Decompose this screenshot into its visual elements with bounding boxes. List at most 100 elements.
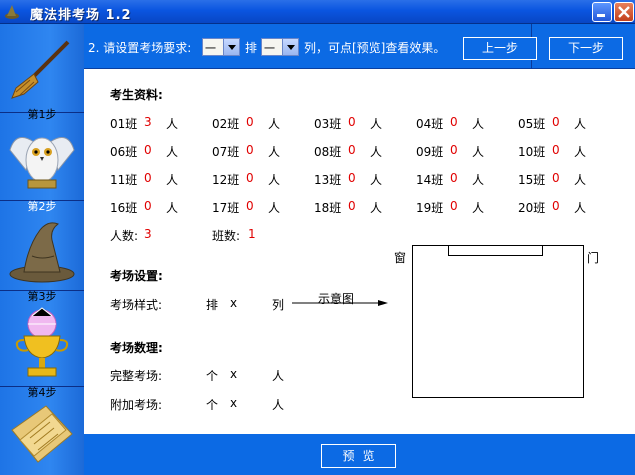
- times-symbol: x: [230, 296, 238, 310]
- step-3-label[interactable]: 第3步: [0, 288, 84, 304]
- class-count: 0: [552, 171, 560, 185]
- podium: [448, 245, 543, 256]
- full-rooms-people-unit: 人: [272, 369, 285, 383]
- class-name: 02班: [212, 117, 240, 131]
- app-icon: [5, 5, 19, 19]
- total-students-label: 人数:: [110, 229, 139, 243]
- extra-rooms-unit: 个: [206, 398, 219, 412]
- minimize-icon: [597, 14, 605, 17]
- class-count: 0: [246, 115, 254, 129]
- class-unit: 人: [268, 145, 281, 159]
- class-unit: 人: [472, 173, 485, 187]
- title-bar: 魔法排考场 1.2: [0, 0, 635, 24]
- class-count: 0: [450, 115, 458, 129]
- class-count: 0: [450, 171, 458, 185]
- class-unit: 人: [574, 117, 587, 131]
- settings-toolbar: 2. 请设置考场要求: 一 排 一 列，可点[预览]查看效果。 上一步 下一步: [84, 24, 635, 69]
- class-unit: 人: [268, 173, 281, 187]
- owl-icon[interactable]: [6, 120, 78, 196]
- chevron-down-icon[interactable]: [282, 39, 298, 55]
- students-heading: 考生资料:: [110, 88, 163, 102]
- class-count: 0: [552, 199, 560, 213]
- room-style-label: 考场样式:: [110, 298, 163, 312]
- room-bottom-wall: [412, 397, 584, 398]
- broom-icon[interactable]: [8, 38, 76, 102]
- step-4-label[interactable]: 第4步: [0, 384, 84, 400]
- class-name: 14班: [416, 173, 444, 187]
- room-left-wall: [412, 245, 413, 398]
- trophy-icon[interactable]: [10, 306, 74, 382]
- extra-rooms-label: 附加考场:: [110, 398, 163, 412]
- class-name: 20班: [518, 201, 546, 215]
- class-count: 0: [552, 115, 560, 129]
- window-label: 窗: [394, 251, 407, 265]
- chevron-down-icon[interactable]: [223, 39, 239, 55]
- class-count-label: 班数:: [212, 229, 241, 243]
- rows-select[interactable]: 一: [202, 38, 240, 56]
- class-name: 16班: [110, 201, 138, 215]
- class-name: 12班: [212, 173, 240, 187]
- columns-hint-text: 列，可点[预览]查看效果。: [304, 41, 446, 55]
- class-unit: 人: [574, 201, 587, 215]
- class-name: 08班: [314, 145, 342, 159]
- step-sidebar: 第1步 第2步 第3步 第4步: [0, 24, 84, 475]
- class-unit: 人: [370, 145, 383, 159]
- room-right-wall: [583, 245, 584, 398]
- class-count: 0: [144, 171, 152, 185]
- rows-unit: 排: [206, 298, 219, 312]
- class-name: 04班: [416, 117, 444, 131]
- next-step-button[interactable]: 下一步: [549, 37, 623, 60]
- class-name: 13班: [314, 173, 342, 187]
- class-unit: 人: [166, 145, 179, 159]
- counts-heading: 考场数理:: [110, 341, 163, 355]
- times-symbol: x: [230, 367, 238, 381]
- class-count-value: 1: [248, 227, 256, 241]
- full-rooms-label: 完整考场:: [110, 369, 163, 383]
- class-name: 18班: [314, 201, 342, 215]
- class-unit: 人: [268, 201, 281, 215]
- class-unit: 人: [472, 117, 485, 131]
- class-count: 0: [552, 143, 560, 157]
- class-unit: 人: [370, 173, 383, 187]
- scroll-icon[interactable]: [6, 400, 78, 470]
- step-2-label[interactable]: 第2步: [0, 198, 84, 214]
- times-symbol: x: [230, 396, 238, 410]
- rows-unit-label: 排: [245, 41, 258, 55]
- class-name: 17班: [212, 201, 240, 215]
- arrow-right-icon: [292, 300, 388, 306]
- class-name: 09班: [416, 145, 444, 159]
- close-button[interactable]: [614, 2, 634, 22]
- minimize-button[interactable]: [592, 2, 612, 22]
- class-count: 0: [144, 199, 152, 213]
- class-count: 0: [348, 199, 356, 213]
- class-count: 3: [144, 115, 152, 129]
- class-name: 01班: [110, 117, 138, 131]
- class-name: 19班: [416, 201, 444, 215]
- rows-select-value: 一: [205, 42, 216, 55]
- class-name: 10班: [518, 145, 546, 159]
- full-rooms-unit: 个: [206, 369, 219, 383]
- class-unit: 人: [370, 201, 383, 215]
- class-unit: 人: [574, 145, 587, 159]
- class-unit: 人: [166, 173, 179, 187]
- class-count: 0: [348, 171, 356, 185]
- window-title: 魔法排考场 1.2: [30, 8, 132, 23]
- class-unit: 人: [268, 117, 281, 131]
- class-name: 03班: [314, 117, 342, 131]
- door-label: 门: [587, 251, 600, 265]
- bottom-bar: 预览: [84, 434, 635, 475]
- preview-button[interactable]: 预览: [321, 444, 396, 468]
- instruction-text: 2. 请设置考场要求:: [88, 41, 192, 55]
- previous-step-button[interactable]: 上一步: [463, 37, 537, 60]
- columns-unit: 列: [272, 298, 285, 312]
- extra-rooms-people-unit: 人: [272, 398, 285, 412]
- class-unit: 人: [166, 201, 179, 215]
- class-count: 0: [450, 143, 458, 157]
- class-unit: 人: [472, 145, 485, 159]
- columns-select[interactable]: 一: [261, 38, 299, 56]
- settings-heading: 考场设置:: [110, 269, 163, 283]
- wizard-hat-icon[interactable]: [6, 216, 78, 286]
- class-unit: 人: [166, 117, 179, 131]
- class-count: 0: [246, 171, 254, 185]
- class-count: 0: [450, 199, 458, 213]
